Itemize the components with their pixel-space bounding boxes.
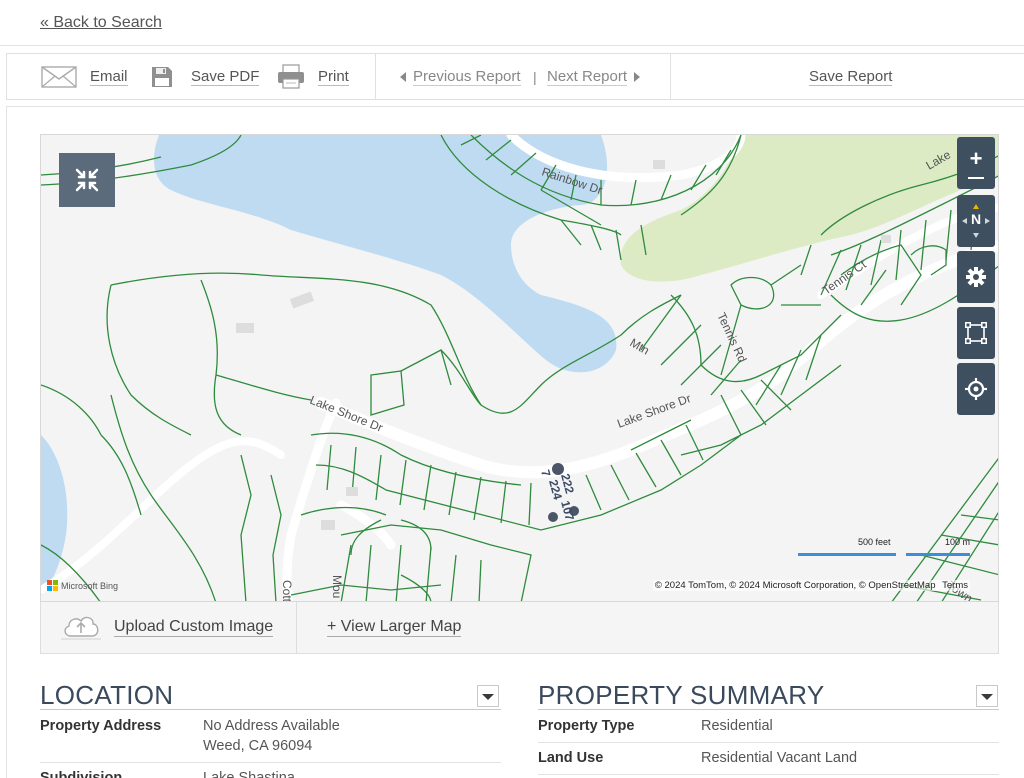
previous-report-button[interactable]: Previous Report xyxy=(400,54,521,99)
property-address-line1: No Address Available xyxy=(203,718,340,734)
property-type-label: Property Type xyxy=(538,718,635,734)
property-summary-title-rule xyxy=(538,709,999,710)
save-pdf-button[interactable]: Save PDF xyxy=(151,54,260,99)
back-to-search-link[interactable]: « Back to Search xyxy=(40,14,162,32)
land-use-label: Land Use xyxy=(538,750,604,766)
map-footer: Upload Custom Image + View Larger Map xyxy=(40,602,999,654)
email-button[interactable]: Email xyxy=(41,54,128,99)
upload-custom-image-button[interactable]: Upload Custom Image xyxy=(41,602,297,653)
save-pdf-label: Save PDF xyxy=(191,67,260,86)
toolbar-divider xyxy=(375,54,376,99)
collapse-icon xyxy=(75,168,99,192)
property-type-value: Residential xyxy=(701,718,773,734)
land-use-value: Residential Vacant Land xyxy=(701,750,858,766)
zoom-out-icon[interactable] xyxy=(968,177,984,179)
floppy-disk-icon xyxy=(152,66,172,87)
compass-label: N xyxy=(970,211,982,227)
chevron-right-icon xyxy=(634,71,641,82)
road-label-tennis-rd: Tennis Rd xyxy=(714,310,749,364)
envelope-icon xyxy=(41,65,77,88)
report-nav-divider: | xyxy=(533,68,537,85)
top-bar: « Back to Search xyxy=(0,0,1024,46)
subdivision-label: Subdivision xyxy=(40,770,123,778)
save-report-label: Save Report xyxy=(809,67,893,86)
scale-meters-label: 100 m xyxy=(944,537,970,547)
cloud-upload-icon xyxy=(61,616,101,640)
scale-bar-meters xyxy=(906,553,970,556)
map-canvas[interactable]: Rainbow Dr Lake Shore Dr Lake Shore Dr T… xyxy=(41,135,999,602)
property-address-line2: Weed, CA 96094 xyxy=(203,738,313,754)
locate-button[interactable] xyxy=(957,363,995,415)
road-label-tennis-ct: Tennis Ct xyxy=(820,257,870,298)
print-button[interactable]: Print xyxy=(277,54,349,99)
row-divider xyxy=(538,742,999,743)
parcel-number: 107 xyxy=(558,499,577,522)
map-attribution: © 2024 TomTom, © 2024 Microsoft Corporat… xyxy=(652,580,970,591)
select-area-icon xyxy=(965,322,987,344)
map-scale: 500 feet 100 m xyxy=(798,537,970,557)
location-collapse-toggle[interactable] xyxy=(477,685,499,707)
next-report-button[interactable]: Next Report xyxy=(547,54,641,99)
microsoft-bing-logo: Microsoft Bing xyxy=(47,580,118,591)
draw-boundary-button[interactable] xyxy=(957,307,995,359)
road-label-mou: Mou xyxy=(330,575,344,598)
row-divider xyxy=(538,774,999,775)
toolbar-divider xyxy=(670,54,671,99)
property-summary-title: PROPERTY SUMMARY xyxy=(538,680,825,710)
map-settings-button[interactable] xyxy=(957,251,995,303)
road-label-mtn: Mtn xyxy=(628,335,652,357)
property-summary-collapse-toggle[interactable] xyxy=(976,685,998,707)
email-label: Email xyxy=(90,67,128,86)
terms-link[interactable]: Terms xyxy=(942,580,968,591)
location-title: LOCATION xyxy=(40,680,174,710)
scale-bar-feet xyxy=(798,553,896,556)
print-label: Print xyxy=(318,67,349,86)
report-toolbar: Email Save PDF Print Previous Report | N… xyxy=(6,53,1024,100)
provider-label: Microsoft Bing xyxy=(61,580,119,591)
collapse-map-button[interactable] xyxy=(59,153,115,207)
chevron-left-icon xyxy=(400,71,406,82)
view-larger-map-link[interactable]: + View Larger Map xyxy=(327,618,462,637)
road-label-cott: Cott xyxy=(280,580,294,602)
save-report-button[interactable]: Save Report xyxy=(809,54,893,99)
location-title-rule xyxy=(40,709,501,710)
microsoft-logo-icon xyxy=(47,580,58,591)
attribution-text: © 2024 TomTom, © 2024 Microsoft Corporat… xyxy=(654,580,936,591)
row-divider xyxy=(40,762,501,763)
crosshair-icon xyxy=(965,378,987,400)
printer-icon xyxy=(278,63,304,89)
zoom-control: + xyxy=(957,137,995,189)
upload-custom-image-label: Upload Custom Image xyxy=(114,618,274,637)
gear-icon xyxy=(966,267,986,287)
subdivision-value: Lake Shastina xyxy=(203,770,295,778)
next-report-label: Next Report xyxy=(547,67,628,86)
compass-button[interactable]: N xyxy=(957,195,995,247)
previous-report-label: Previous Report xyxy=(413,67,521,86)
property-address-label: Property Address xyxy=(40,718,162,734)
zoom-in-icon[interactable]: + xyxy=(970,147,983,171)
scale-feet-label: 500 feet xyxy=(858,537,891,547)
parcel-map[interactable]: Rainbow Dr Lake Shore Dr Lake Shore Dr T… xyxy=(40,134,999,602)
